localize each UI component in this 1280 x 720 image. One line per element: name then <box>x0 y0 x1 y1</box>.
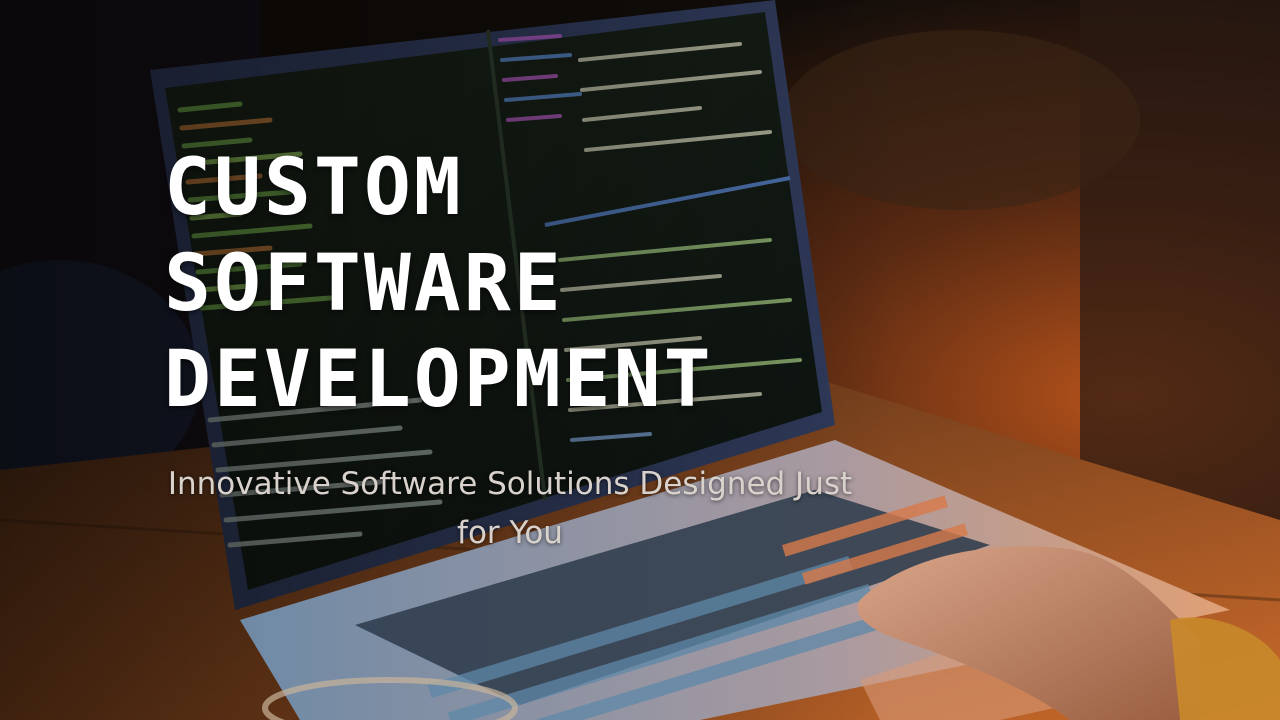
hero-banner: CUSTOM SOFTWARE DEVELOPMENT Innovative S… <box>0 0 1280 720</box>
title-line-1: CUSTOM <box>164 143 464 233</box>
page-title: CUSTOM SOFTWARE DEVELOPMENT <box>164 140 714 428</box>
title-line-2: SOFTWARE <box>164 239 564 329</box>
title-line-3: DEVELOPMENT <box>164 335 714 425</box>
tagline: Innovative Software Solutions Designed J… <box>167 466 853 551</box>
